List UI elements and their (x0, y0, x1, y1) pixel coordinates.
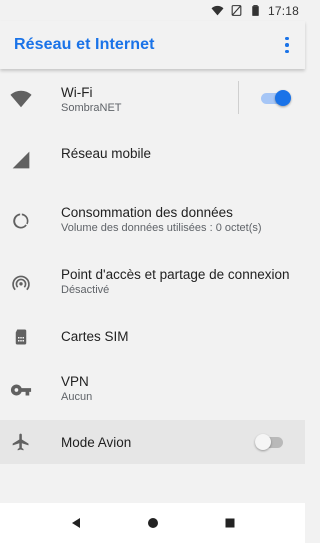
app-bar: Réseau et Internet (0, 21, 305, 69)
hotspot-icon (10, 272, 32, 294)
sim-cards-label: Cartes SIM (61, 329, 129, 344)
hotspot-label: Point d'accès et partage de connexion (61, 267, 290, 282)
settings-list: Wi-Fi SombraNET Réseau mobile Consommati… (0, 69, 305, 464)
vpn-row[interactable]: VPN Aucun (0, 359, 305, 420)
wifi-icon (211, 5, 224, 16)
overflow-menu-icon[interactable] (275, 33, 299, 57)
data-usage-icon (10, 210, 32, 232)
airplane-mode-row[interactable]: Mode Avion (0, 420, 305, 464)
mobile-network-row[interactable]: Réseau mobile (0, 129, 305, 190)
wifi-text: Wi-Fi SombraNET (61, 84, 293, 115)
wifi-label: Wi-Fi (61, 85, 93, 100)
recents-icon[interactable] (224, 517, 236, 529)
wifi-summary: SombraNET (61, 102, 122, 114)
hotspot-text: Point d'accès et partage de connexion Dé… (61, 266, 293, 297)
mobile-network-text: Réseau mobile (61, 145, 293, 162)
sim-cards-row[interactable]: Cartes SIM (0, 314, 305, 359)
home-icon[interactable] (147, 517, 159, 529)
vpn-summary: Aucun (61, 391, 93, 403)
navigation-bar (0, 503, 305, 543)
hotspot-summary: Désactivé (61, 284, 110, 296)
back-icon[interactable] (70, 517, 82, 529)
hotspot-row[interactable]: Point d'accès et partage de connexion Dé… (0, 252, 305, 314)
data-usage-label: Consommation des données (61, 205, 233, 220)
sim-cards-text: Cartes SIM (61, 328, 293, 345)
status-time: 17:18 (267, 3, 299, 18)
wifi-toggle[interactable] (261, 90, 291, 106)
page-title: Réseau et Internet (14, 36, 155, 53)
data-usage-row[interactable]: Consommation des données Volume des donn… (0, 190, 305, 252)
data-usage-summary: Volume des données utilisées : 0 octet(s… (61, 222, 262, 234)
wifi-icon (10, 88, 32, 110)
signal-icon (10, 149, 32, 171)
mobile-network-label: Réseau mobile (61, 146, 152, 161)
divider (238, 81, 239, 114)
wifi-row[interactable]: Wi-Fi SombraNET (0, 69, 305, 129)
airplane-mode-toggle[interactable] (255, 434, 285, 450)
vpn-text: VPN Aucun (61, 373, 293, 404)
status-bar: 17:18 (0, 0, 305, 21)
data-usage-text: Consommation des données Volume des donn… (61, 204, 293, 235)
sim-card-icon (10, 326, 32, 348)
airplane-icon (10, 431, 32, 453)
battery-icon (252, 5, 259, 16)
vpn-key-icon (10, 379, 32, 401)
vpn-label: VPN (61, 374, 89, 389)
no-sim-icon (231, 5, 242, 16)
